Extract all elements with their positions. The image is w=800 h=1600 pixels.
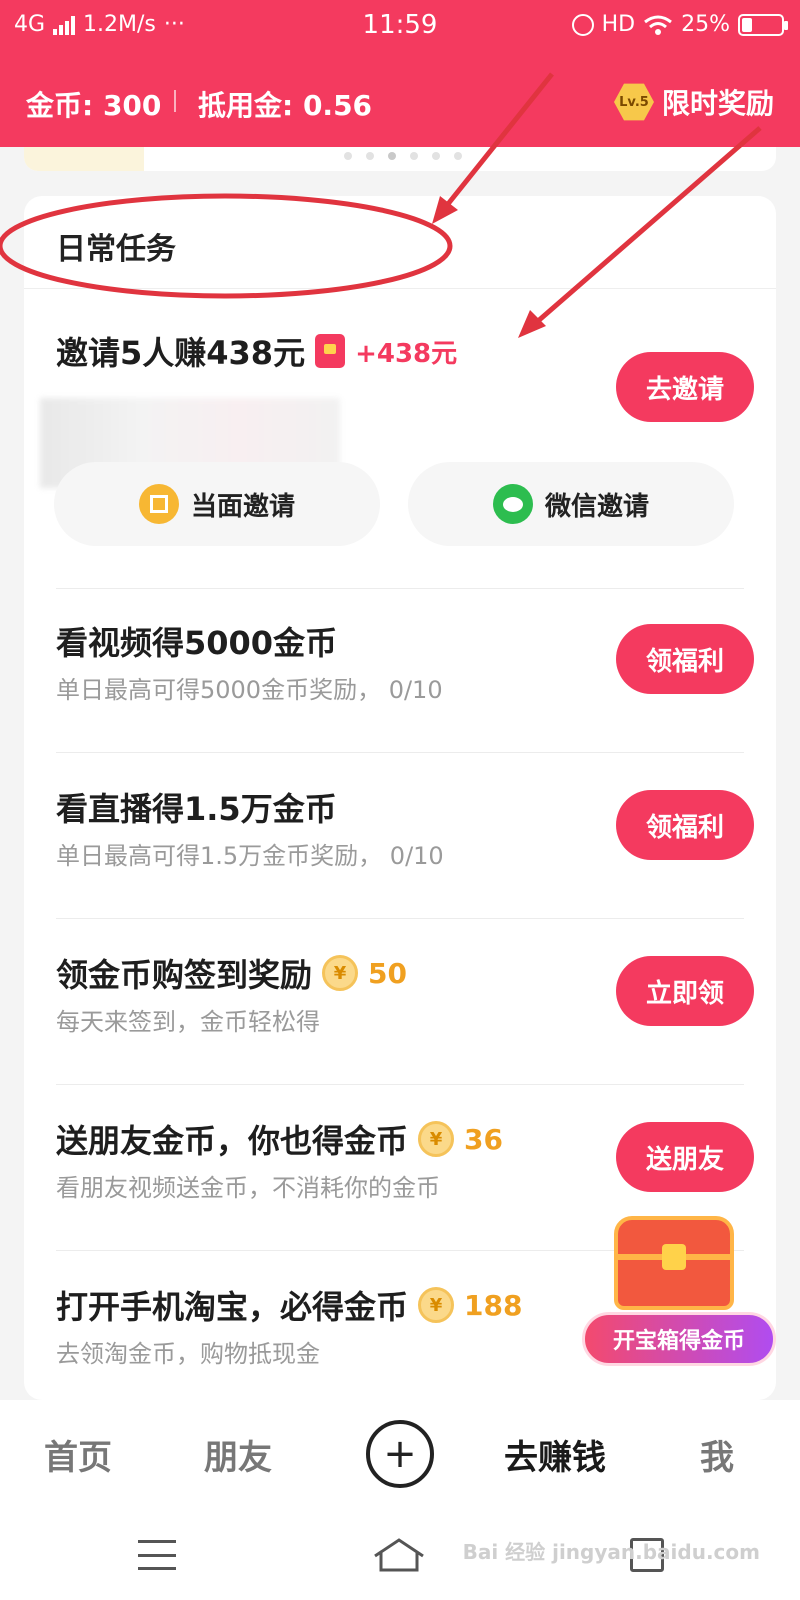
task-title: 领金币购签到奖励 ¥ 50 (56, 950, 407, 996)
task-row: 看直播得1.5万金币 单日最高可得1.5万金币奖励， 0/10 领福利 (24, 784, 776, 904)
alarm-icon (571, 13, 594, 36)
coin-icon: ¥ (322, 955, 359, 991)
hd-indicator: HD (601, 12, 636, 37)
banner-edge (24, 147, 144, 171)
nav-earn[interactable]: 去赚钱 (504, 1430, 606, 1479)
deduction-balance[interactable]: 抵用金: 0.56 (198, 84, 372, 124)
account-header: 金币: 300 抵用金: 0.56 Lv.5 限时奖励 (0, 76, 800, 126)
invite-task-title: 邀请5人赚438元 (56, 334, 306, 372)
divider (56, 588, 744, 589)
task-title-text: 打开手机淘宝，必得金币 (56, 1288, 409, 1326)
level-badge-icon: Lv.5 (613, 83, 654, 121)
task-row: 看视频得5000金币 单日最高可得5000金币奖励， 0/10 领福利 (24, 618, 776, 738)
status-bar: 4G 1.2M/s ··· 11:59 HD 25% (0, 0, 800, 56)
carousel-dot (410, 152, 418, 160)
task-title-text: 领金币购签到奖励 (56, 956, 313, 994)
carousel-dot (454, 152, 462, 160)
bottom-nav: 首页 朋友 + 去赚钱 我 (0, 1400, 800, 1510)
task-title: 送朋友金币，你也得金币 ¥ 36 (56, 1116, 503, 1162)
carousel-dots (344, 152, 462, 160)
carousel-dot (432, 152, 440, 160)
treasure-chest-label: 开宝箱得金币 (582, 1312, 776, 1366)
invite-bonus: +438元 (355, 338, 458, 369)
task-subtitle: 单日最高可得1.5万金币奖励， 0/10 (56, 842, 444, 870)
wechat-icon (492, 484, 533, 524)
invite-button[interactable]: 去邀请 (616, 352, 754, 422)
divider (24, 288, 776, 289)
wechat-invite-button[interactable]: 微信邀请 (408, 462, 734, 546)
coin-amount: 36 (464, 1122, 503, 1156)
coin-amount: 50 (368, 956, 407, 990)
battery-percent: 25% (681, 12, 730, 37)
coin-balance[interactable]: 金币: 300 (26, 84, 161, 124)
limited-reward-label: 限时奖励 (661, 87, 774, 120)
home-icon[interactable] (372, 1536, 426, 1574)
claim-benefit-button[interactable]: 领福利 (616, 790, 754, 860)
header-divider (174, 90, 176, 112)
task-subtitle: 去领淘金币，购物抵现金 (56, 1340, 320, 1368)
carousel-dot (344, 152, 352, 160)
coin-icon: ¥ (418, 1121, 455, 1157)
task-title: 邀请5人赚438元 +438元 (56, 328, 457, 374)
divider (56, 918, 744, 919)
task-subtitle: 单日最高可得5000金币奖励， 0/10 (56, 676, 443, 704)
limited-reward-button[interactable]: Lv.5 限时奖励 (613, 82, 774, 122)
watermark: Bai 经验 jingyan.baidu.com (462, 1540, 760, 1564)
nav-home[interactable]: 首页 (44, 1430, 112, 1479)
send-friend-button[interactable]: 送朋友 (616, 1122, 754, 1192)
coin-amount: 188 (464, 1288, 523, 1322)
face-invite-label: 当面邀请 (190, 491, 295, 522)
wechat-invite-label: 微信邀请 (544, 491, 649, 522)
qr-code-icon (138, 484, 179, 524)
carousel-dot-active (388, 152, 396, 160)
red-packet-icon (315, 334, 346, 368)
battery-icon (738, 13, 788, 36)
claim-benefit-button[interactable]: 领福利 (616, 624, 754, 694)
status-right: HD 25% (571, 12, 788, 37)
section-title: 日常任务 (56, 232, 176, 267)
wifi-icon (644, 15, 673, 35)
task-title: 看直播得1.5万金币 (56, 790, 337, 828)
coin-icon: ¥ (418, 1287, 455, 1323)
menu-icon[interactable] (138, 1540, 176, 1570)
top-bar: 4G 1.2M/s ··· 11:59 HD 25% 金币: 300 抵用金: … (0, 0, 800, 147)
nav-me[interactable]: 我 (700, 1430, 734, 1479)
task-title-text: 送朋友金币，你也得金币 (56, 1122, 409, 1160)
task-title: 看视频得5000金币 (56, 624, 338, 662)
add-plus-icon[interactable]: + (366, 1420, 434, 1488)
treasure-chest-button[interactable]: 开宝箱得金币 (582, 1212, 776, 1370)
task-subtitle: 每天来签到，金币轻松得 (56, 1008, 320, 1036)
claim-now-button[interactable]: 立即领 (616, 956, 754, 1026)
system-nav-bar: Bai 经验 jingyan.baidu.com (0, 1510, 800, 1600)
task-row: 领金币购签到奖励 ¥ 50 每天来签到，金币轻松得 立即领 (24, 950, 776, 1070)
treasure-chest-icon (614, 1216, 734, 1310)
carousel-dot (366, 152, 374, 160)
nav-friends[interactable]: 朋友 (204, 1430, 272, 1479)
divider (56, 1084, 744, 1085)
face-invite-button[interactable]: 当面邀请 (54, 462, 380, 546)
banner-strip (24, 147, 776, 171)
task-title: 打开手机淘宝，必得金币 ¥ 188 (56, 1282, 522, 1328)
task-subtitle: 看朋友视频送金币，不消耗你的金币 (56, 1174, 440, 1202)
divider (56, 752, 744, 753)
